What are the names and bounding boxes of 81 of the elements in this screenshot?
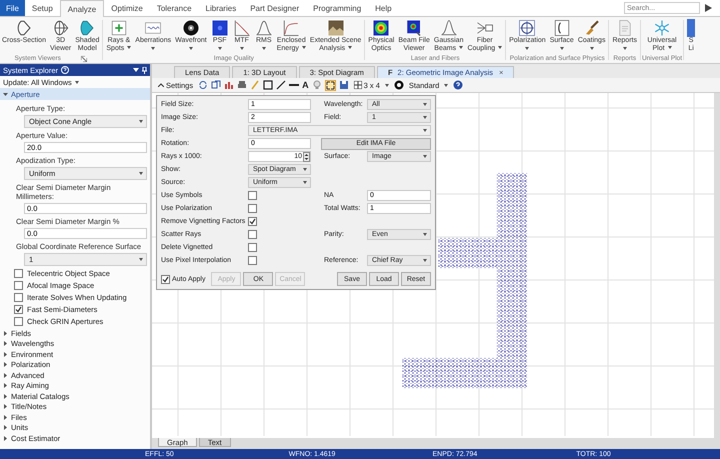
- rising-curve-icon: [282, 19, 300, 37]
- menu-tab[interactable]: File: [0, 0, 25, 16]
- rectangle-icon[interactable]: [263, 80, 274, 90]
- menu-tab[interactable]: Programming: [306, 0, 368, 16]
- dropdown-arrow-icon[interactable]: [133, 68, 139, 72]
- caret-icon: [218, 46, 222, 50]
- caret-icon: [262, 46, 266, 50]
- caret-icon: [423, 116, 427, 119]
- bell-curve-icon: [440, 19, 458, 37]
- menu-tab[interactable]: Tolerance: [150, 0, 199, 16]
- refresh-icon[interactable]: [198, 80, 208, 90]
- check-icon: [162, 276, 169, 282]
- menu-tab[interactable]: Help: [368, 0, 399, 16]
- menu-tab[interactable]: Libraries: [198, 0, 244, 16]
- chart-icon[interactable]: [224, 80, 234, 90]
- beam-viewer-icon: [405, 19, 424, 37]
- caret-icon: [423, 155, 427, 158]
- caret-icon: [127, 46, 132, 50]
- launcher-icon[interactable]: [80, 56, 87, 62]
- lens-outline-icon: [14, 19, 33, 37]
- expander-icon: [3, 92, 8, 96]
- menu-tab[interactable]: Part Designer: [243, 0, 306, 16]
- caret-icon: [188, 46, 193, 50]
- caret-icon: [151, 46, 156, 50]
- fit-icon[interactable]: [324, 80, 336, 90]
- caret-icon: [139, 172, 143, 175]
- falling-curve-icon: [232, 19, 251, 37]
- checkbox[interactable]: [248, 256, 257, 265]
- caret-icon: [525, 46, 530, 50]
- caret-icon: [240, 46, 244, 50]
- shaded-lens-icon: [78, 19, 96, 37]
- grid-icon: [354, 81, 362, 89]
- caret-icon: [302, 46, 306, 50]
- caret-icon: [590, 46, 594, 50]
- bar-icon: [687, 19, 696, 37]
- caret-icon: [303, 168, 307, 171]
- caret-icon: [139, 120, 143, 123]
- gear-icon[interactable]: [394, 80, 404, 90]
- checkbox[interactable]: [248, 230, 257, 239]
- save-icon[interactable]: [338, 80, 349, 90]
- checkbox[interactable]: [248, 204, 257, 213]
- check-icon: [249, 218, 256, 225]
- help-icon[interactable]: [453, 80, 464, 90]
- caret-icon: [560, 46, 564, 50]
- collapse-icon: [158, 83, 164, 87]
- psf-square-icon: [210, 19, 229, 37]
- molecule-star-icon: [653, 19, 672, 37]
- help-icon[interactable]: [61, 66, 70, 74]
- caret-icon: [348, 46, 352, 50]
- checkbox[interactable]: [248, 191, 257, 200]
- lens-3d-icon: [52, 19, 70, 37]
- checkbox[interactable]: [248, 243, 257, 252]
- lamp-icon[interactable]: [312, 80, 322, 90]
- caret-icon: [74, 80, 79, 84]
- pin-icon[interactable]: [142, 66, 147, 74]
- caret-icon: [384, 84, 389, 86]
- caret-icon: [498, 46, 502, 50]
- menu-tab[interactable]: Analyze: [60, 0, 104, 17]
- copy-icon[interactable]: [211, 80, 222, 90]
- caret-icon: [139, 258, 143, 261]
- heatmap-icon: [372, 19, 390, 37]
- caret-icon: [423, 103, 427, 106]
- spin-arrows-icon[interactable]: [303, 152, 310, 162]
- caret-icon: [423, 233, 427, 236]
- checkbox[interactable]: [248, 217, 257, 226]
- caret-icon: [303, 181, 307, 184]
- caret-icon: [459, 46, 464, 50]
- bell-curve-icon: [254, 19, 273, 37]
- caret-icon: [423, 129, 427, 132]
- caret-icon: [668, 46, 672, 50]
- caret-icon: [622, 46, 627, 50]
- caret-icon: [423, 259, 427, 262]
- menu-tab[interactable]: Setup: [24, 0, 60, 16]
- play-icon[interactable]: [705, 4, 712, 12]
- check-icon: [15, 306, 22, 312]
- caret-icon: [444, 84, 448, 86]
- landscape-icon: [326, 19, 345, 37]
- text-tool-button[interactable]: A: [302, 80, 309, 90]
- print-icon[interactable]: [237, 80, 248, 90]
- menu-tab[interactable]: Optimize: [104, 0, 150, 16]
- line-icon[interactable]: [276, 80, 286, 90]
